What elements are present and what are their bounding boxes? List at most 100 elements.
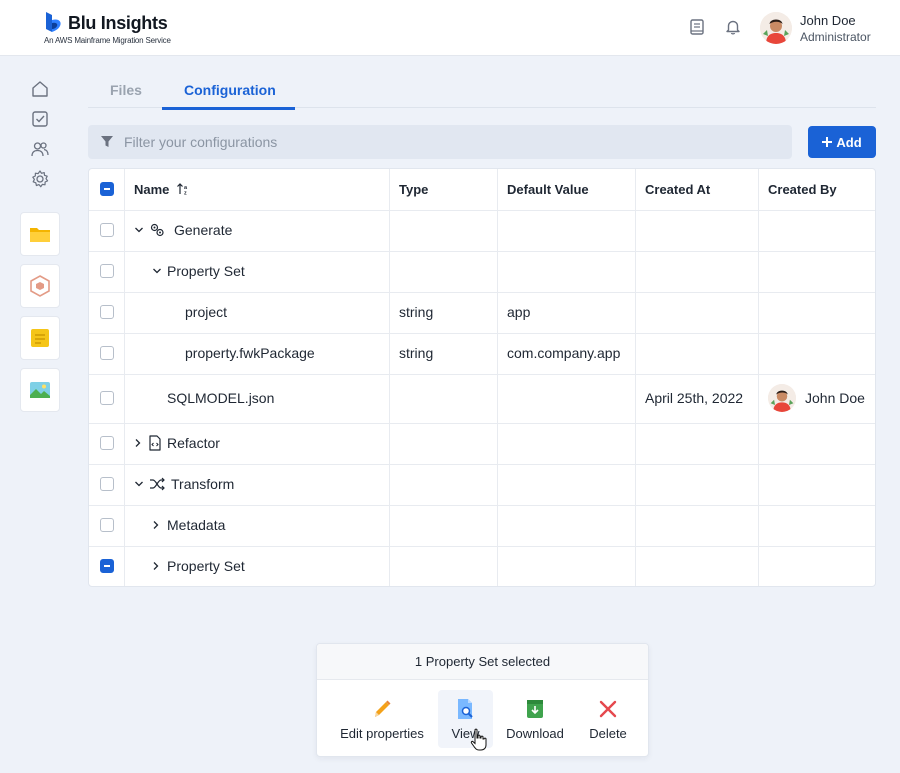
row-divider xyxy=(89,423,875,424)
app-subtitle: An AWS Mainframe Migration Service xyxy=(44,36,171,45)
chevron-down-icon[interactable] xyxy=(152,266,162,276)
row-name: Metadata xyxy=(167,517,226,533)
column-divider xyxy=(124,169,125,586)
row-divider xyxy=(89,251,875,252)
gears-icon xyxy=(150,223,164,237)
row-checkbox[interactable] xyxy=(100,305,114,319)
bell-icon[interactable] xyxy=(724,18,742,36)
row-checkbox[interactable] xyxy=(100,559,114,573)
filter-input[interactable] xyxy=(124,125,784,159)
row-checkbox[interactable] xyxy=(100,518,114,532)
folder-icon xyxy=(30,228,50,242)
column-divider xyxy=(497,169,498,586)
row-name: Property Set xyxy=(167,263,245,279)
row-checkbox[interactable] xyxy=(100,346,114,360)
sidebar-app-image[interactable] xyxy=(20,368,60,412)
row-checkbox[interactable] xyxy=(100,391,114,405)
configuration-table: Name a z Type Default Value Created At C… xyxy=(88,168,876,587)
column-header-type[interactable]: Type xyxy=(399,182,428,197)
row-checkbox[interactable] xyxy=(100,223,114,237)
notes-icon xyxy=(31,329,49,347)
users-icon[interactable] xyxy=(30,139,50,159)
avatar-illustration-icon xyxy=(760,12,792,44)
book-icon[interactable] xyxy=(688,18,706,36)
tab-files[interactable]: Files xyxy=(110,82,142,98)
column-divider xyxy=(758,169,759,586)
active-tab-indicator xyxy=(162,107,295,110)
row-type: string xyxy=(399,345,434,361)
sidebar-app-folder[interactable] xyxy=(20,212,60,256)
filter-icon xyxy=(101,136,113,147)
hand-cursor-icon xyxy=(470,728,487,751)
svg-text:z: z xyxy=(184,191,187,196)
row-divider xyxy=(89,464,875,465)
close-icon xyxy=(599,700,617,718)
sort-icon[interactable]: a z xyxy=(177,183,191,197)
column-header-name[interactable]: Name a z xyxy=(134,182,191,197)
row-created-by: John Doe xyxy=(805,390,865,406)
chevron-right-icon[interactable] xyxy=(151,561,161,571)
chevron-right-icon[interactable] xyxy=(151,520,161,530)
row-type: string xyxy=(399,304,434,320)
filter-bar xyxy=(88,125,792,159)
image-icon xyxy=(30,382,50,398)
row-name: property.fwkPackage xyxy=(185,345,315,361)
row-default-value: com.company.app xyxy=(507,345,621,361)
edit-properties-label: Edit properties xyxy=(340,726,424,741)
column-divider xyxy=(389,169,390,586)
avatar-illustration-icon xyxy=(768,384,796,412)
app-title: Blu Insights xyxy=(68,13,168,33)
chevron-down-icon[interactable] xyxy=(134,225,144,235)
add-button-label: Add xyxy=(836,134,862,150)
row-name: project xyxy=(185,304,228,320)
row-divider xyxy=(89,333,875,334)
file-code-icon xyxy=(149,435,161,451)
creator-avatar xyxy=(768,384,796,412)
top-bar: Blu Insights An AWS Mainframe Migration … xyxy=(0,0,900,56)
column-divider xyxy=(635,169,636,586)
edit-properties-button[interactable]: Edit properties xyxy=(331,690,433,748)
row-checkbox[interactable] xyxy=(100,264,114,278)
settings-icon[interactable] xyxy=(30,169,50,189)
delete-label: Delete xyxy=(589,726,627,741)
chevron-right-icon[interactable] xyxy=(133,438,143,448)
download-button[interactable]: Download xyxy=(500,690,570,748)
row-checkbox[interactable] xyxy=(100,477,114,491)
blu-logo-icon xyxy=(46,12,61,32)
row-divider xyxy=(89,210,875,211)
chevron-down-icon[interactable] xyxy=(134,479,144,489)
selection-summary: 1 Property Set selected xyxy=(317,644,648,680)
user-role: Administrator xyxy=(800,30,871,44)
shuffle-icon xyxy=(150,477,165,491)
row-name: Refactor xyxy=(167,435,220,451)
file-search-icon xyxy=(458,699,473,719)
select-all-checkbox[interactable] xyxy=(100,182,114,196)
row-name: SQLMODEL.json xyxy=(167,390,275,406)
plus-icon xyxy=(822,137,833,147)
sidebar-app-cube[interactable] xyxy=(20,264,60,308)
download-label: Download xyxy=(506,726,564,741)
row-divider xyxy=(89,505,875,506)
user-name[interactable]: John Doe xyxy=(800,13,856,28)
row-divider xyxy=(89,374,875,375)
download-icon xyxy=(527,700,543,718)
row-name: Transform xyxy=(171,476,235,492)
sidebar-app-notes[interactable] xyxy=(20,316,60,360)
column-header-name-label: Name xyxy=(134,182,170,197)
add-button[interactable]: Add xyxy=(808,126,876,158)
row-name: Generate xyxy=(174,222,233,238)
cube-icon xyxy=(30,275,50,297)
tab-configuration[interactable]: Configuration xyxy=(184,82,276,98)
home-icon[interactable] xyxy=(30,79,50,99)
checklist-icon[interactable] xyxy=(30,109,50,129)
row-divider xyxy=(89,292,875,293)
row-created-at: April 25th, 2022 xyxy=(645,390,744,406)
column-header-created-at[interactable]: Created At xyxy=(645,182,710,197)
user-avatar[interactable] xyxy=(760,12,792,44)
column-header-default-value[interactable]: Default Value xyxy=(507,182,589,197)
row-name: Property Set xyxy=(167,558,245,574)
delete-button[interactable]: Delete xyxy=(579,690,637,748)
column-header-created-by[interactable]: Created By xyxy=(768,182,837,197)
row-divider xyxy=(89,546,875,547)
row-checkbox[interactable] xyxy=(100,436,114,450)
